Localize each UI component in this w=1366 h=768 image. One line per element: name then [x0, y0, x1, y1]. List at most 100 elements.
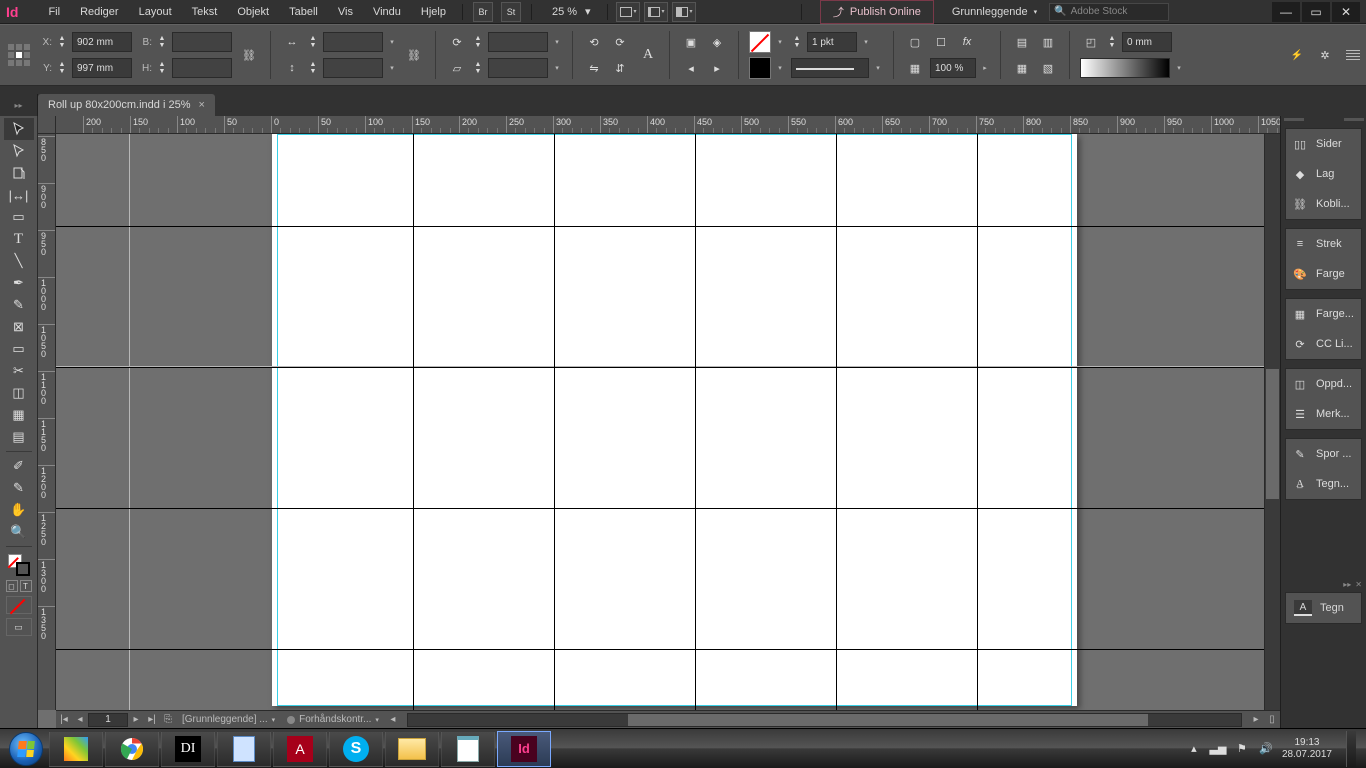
floating-panel-controls[interactable]: ▸▸✕ [1281, 580, 1366, 588]
rectangle-tool[interactable]: ▭ [4, 338, 34, 360]
fx-icon[interactable]: fx [956, 31, 978, 53]
ruler-origin[interactable] [38, 116, 56, 134]
chevron-right-icon[interactable]: ▸ [980, 64, 990, 72]
reference-point-widget[interactable] [6, 42, 32, 68]
corner-stepper[interactable]: ▲▼ [1106, 31, 1118, 53]
chevron-down-icon[interactable]: ▾ [1174, 64, 1184, 72]
direct-selection-tool[interactable] [4, 140, 34, 162]
start-button[interactable] [4, 731, 48, 767]
eyedropper-tool[interactable]: ✎ [4, 477, 34, 499]
type-tool[interactable]: T [4, 228, 34, 250]
panel-cc-libraries[interactable]: ⟳CC Li... [1286, 329, 1361, 359]
flip-v-icon[interactable]: ⇵ [609, 57, 631, 79]
close-button[interactable]: ✕ [1332, 2, 1360, 22]
w-input[interactable] [172, 32, 232, 52]
format-container-icon[interactable]: ◻ [6, 580, 18, 592]
horizontal-scroll-thumb[interactable] [628, 714, 1148, 726]
selection-tool[interactable] [4, 118, 34, 140]
panel-pages[interactable]: ▯▯Sider [1286, 129, 1361, 159]
pen-tool[interactable]: ✒ [4, 272, 34, 294]
panel-collapse-toggle[interactable]: ▸▸ [0, 94, 38, 116]
hand-tool[interactable]: ✋ [4, 499, 34, 521]
chevron-down-icon[interactable]: ▾ [873, 64, 883, 72]
preflight-profile-combo[interactable]: [Grunnleggende] ... ▾ [176, 714, 281, 725]
rotate-cw-icon[interactable]: ⟳ [609, 31, 631, 53]
chevron-down-icon[interactable]: ▾ [552, 38, 562, 46]
wrap-none-icon[interactable]: ▤ [1011, 31, 1033, 53]
stroke-style-combo[interactable] [791, 58, 869, 78]
page-tool[interactable] [4, 162, 34, 184]
maximize-button[interactable]: ▭ [1302, 2, 1330, 22]
h-stepper[interactable]: ▲▼ [156, 57, 168, 79]
menu-object[interactable]: Objekt [227, 2, 279, 22]
vertical-ruler[interactable]: 8509009501000105011001150120012501300135… [38, 134, 56, 710]
rotate-input[interactable] [488, 32, 548, 52]
fill-swatch[interactable] [749, 31, 771, 53]
sy-stepper[interactable]: ▲▼ [307, 57, 319, 79]
tray-network-icon[interactable]: ▃▅ [1210, 741, 1226, 757]
workspace-combo[interactable]: Grunnleggende ▾ [946, 3, 1043, 21]
wrap-bbox-icon[interactable]: ▥ [1037, 31, 1059, 53]
view-mode-button[interactable]: ▭ [6, 618, 32, 636]
character-icon[interactable]: A [637, 44, 659, 66]
taskbar-notepad-button[interactable] [441, 731, 495, 767]
zoom-tool[interactable]: 🔍 [4, 521, 34, 543]
y-stepper[interactable]: ▲▼ [56, 57, 68, 79]
page-number-field[interactable]: 1 [88, 713, 128, 727]
scroll-right-button[interactable]: ▸ [1248, 712, 1264, 728]
apply-none-button[interactable] [6, 596, 32, 614]
control-menu-icon[interactable] [1346, 48, 1360, 62]
menu-text[interactable]: Tekst [182, 2, 228, 22]
select-prev-icon[interactable]: ◂ [680, 57, 702, 79]
menu-window[interactable]: Vindu [363, 2, 411, 22]
tray-clock[interactable]: 19:13 28.07.2017 [1282, 737, 1332, 761]
opacity-input[interactable]: 100 % [930, 58, 976, 78]
control-settings-icon[interactable]: ✲ [1314, 44, 1336, 66]
line-tool[interactable]: ╲ [4, 250, 34, 272]
pencil-tool[interactable]: ✎ [4, 294, 34, 316]
select-next-icon[interactable]: ▸ [706, 57, 728, 79]
flip-h-icon[interactable]: ⇋ [583, 57, 605, 79]
taskbar-calc-button[interactable] [217, 731, 271, 767]
show-desktop-button[interactable] [1346, 731, 1356, 767]
panel-glyphs[interactable]: A̲Tegn... [1286, 469, 1361, 499]
y-input[interactable]: 997 mm [72, 58, 132, 78]
preflight-status-combo[interactable]: Forhåndskontr... ▾ [281, 714, 385, 725]
gap-tool[interactable]: |↔| [4, 184, 34, 206]
content-collector-tool[interactable]: ▭ [4, 206, 34, 228]
vertical-scroll-thumb[interactable] [1266, 369, 1279, 499]
taskbar-app-button[interactable] [49, 731, 103, 767]
gradient-swatch-tool[interactable]: ▦ [4, 404, 34, 426]
chevron-down-icon[interactable]: ▾ [387, 64, 397, 72]
character-panel-collapsed[interactable]: A Tegn [1285, 592, 1362, 624]
sx-stepper[interactable]: ▲▼ [307, 31, 319, 53]
pasteboard[interactable] [56, 134, 1280, 710]
panel-object-styles[interactable]: ◫Oppd... [1286, 369, 1361, 399]
select-container-icon[interactable]: ▣ [680, 31, 702, 53]
corner-icon[interactable]: ◰ [1080, 31, 1102, 53]
panel-swatches[interactable]: ▦Farge... [1286, 299, 1361, 329]
panel-stroke[interactable]: ≡Strek [1286, 229, 1361, 259]
chevron-down-icon[interactable]: ▾ [861, 38, 871, 46]
wrap-jump-icon[interactable]: ▧ [1037, 57, 1059, 79]
document-tab[interactable]: Roll up 80x200cm.indd i 25% × [38, 94, 215, 116]
gradient-feather-tool[interactable]: ▤ [4, 426, 34, 448]
bridge-icon[interactable]: Br [473, 2, 493, 22]
view-options-button[interactable]: ▾ [616, 2, 640, 22]
stroke-swatch[interactable] [749, 57, 771, 79]
menu-help[interactable]: Hjelp [411, 2, 456, 22]
vertical-scrollbar[interactable] [1264, 134, 1280, 710]
shear-input[interactable] [488, 58, 548, 78]
fill-stroke-proxy[interactable] [8, 554, 30, 576]
quick-apply-icon[interactable]: ⚡ [1286, 44, 1308, 66]
chevron-down-icon[interactable]: ▾ [552, 64, 562, 72]
menu-view[interactable]: Vis [328, 2, 363, 22]
minimize-button[interactable]: — [1272, 2, 1300, 22]
menu-table[interactable]: Tabell [279, 2, 328, 22]
taskbar-acrobat-button[interactable]: A [273, 731, 327, 767]
prev-page-button[interactable]: ◂ [72, 712, 88, 728]
drop-shadow-icon[interactable]: ▢ [904, 31, 926, 53]
chevron-down-icon[interactable]: ▾ [775, 38, 785, 46]
next-page-button[interactable]: ▸ [128, 712, 144, 728]
taskbar-indesign-button[interactable]: Id [497, 731, 551, 767]
